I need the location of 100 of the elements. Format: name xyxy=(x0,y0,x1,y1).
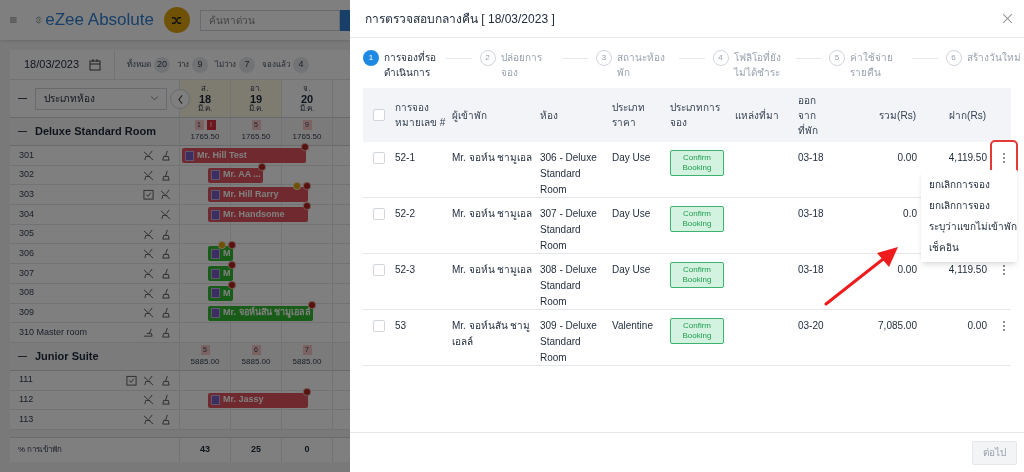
booking-bar[interactable]: Mr. Handsome xyxy=(208,207,308,223)
crossed-broom-icon[interactable] xyxy=(160,208,171,220)
crossed-broom-icon[interactable] xyxy=(143,267,154,279)
day-header: อา. 19 มี.ค. xyxy=(231,80,282,117)
rate-label: 1765.50 xyxy=(241,131,271,143)
broom-icon[interactable] xyxy=(160,169,171,181)
checkbox[interactable] xyxy=(373,109,385,121)
status-badge: Confirm Booking xyxy=(670,262,724,288)
table-cell-text: Mr. จอห์น ชามูเอล xyxy=(452,151,534,166)
checkbox[interactable] xyxy=(373,152,385,164)
close-icon[interactable] xyxy=(1003,14,1012,23)
menu-icon[interactable] xyxy=(10,14,17,26)
table-cell-text: 307 - Deluxe Standard Room xyxy=(540,207,598,253)
table-cell-text: 03-18 xyxy=(798,263,825,277)
booking-bar[interactable]: M xyxy=(208,246,233,262)
step-tab[interactable]: 5 ค่าใช้จ่ายรายคืน xyxy=(829,50,904,80)
rate-label: 5885.00 xyxy=(292,355,322,368)
table-cell-text: 4,119.50 xyxy=(948,151,987,165)
checklist-icon[interactable] xyxy=(126,374,137,386)
search-field[interactable]: ค้นหาด่วน xyxy=(200,9,340,31)
crossed-broom-icon[interactable] xyxy=(143,248,154,260)
checkbox[interactable] xyxy=(373,208,385,220)
calendar-icon[interactable] xyxy=(89,58,102,71)
broom-icon[interactable] xyxy=(160,374,171,386)
broom-icon[interactable] xyxy=(160,228,171,240)
broom-icon[interactable] xyxy=(160,394,171,406)
broom-icon[interactable] xyxy=(160,287,171,299)
room-number: 306 xyxy=(19,247,35,261)
column-header: ประเภท ราคา xyxy=(612,101,646,130)
broom-icon[interactable] xyxy=(160,307,171,319)
step-tab[interactable]: 3 สถานะห้องพัก xyxy=(596,50,671,80)
column-header: รวม(Rs) xyxy=(879,108,916,123)
status-badge: Confirm Booking xyxy=(670,206,724,232)
crossed-broom-icon[interactable] xyxy=(143,169,154,181)
booking-bar[interactable]: Mr. จอห์นสัน ชามูเอลล์ xyxy=(208,305,313,321)
date-label[interactable]: 18/03/2023 xyxy=(24,56,80,73)
dustpan-icon[interactable] xyxy=(143,327,154,339)
shuffle-button[interactable] xyxy=(164,7,190,33)
booking-bar[interactable]: Mr. Jassy xyxy=(208,392,308,408)
search-button[interactable] xyxy=(340,9,350,31)
menu-item[interactable]: ระบุว่าแขกไม่เข้าพัก xyxy=(921,216,1017,237)
room-number: 310 Master room xyxy=(19,325,88,339)
room-number: 302 xyxy=(19,168,35,182)
crossed-broom-icon[interactable] xyxy=(160,189,171,201)
broom-icon[interactable] xyxy=(160,327,171,339)
table-cell-text: Day Use xyxy=(612,151,652,165)
rate-label: 1765.50 xyxy=(190,131,220,143)
booking-bar[interactable]: M xyxy=(208,266,233,282)
crossed-broom-icon[interactable] xyxy=(143,287,154,299)
more-icon xyxy=(1002,321,1005,331)
booking-bar[interactable]: M xyxy=(208,285,233,301)
previous-button[interactable] xyxy=(170,89,190,109)
broom-icon[interactable] xyxy=(160,149,171,161)
checkbox[interactable] xyxy=(373,320,385,332)
room-number: 112 xyxy=(19,393,34,407)
room-number: 111 xyxy=(19,373,33,387)
count-badge: 20 xyxy=(154,56,170,73)
step-tab[interactable]: 6 สร้างวันใหม่ xyxy=(945,50,1021,66)
step-tab[interactable]: 1 การจองที่รอดำเนินการ xyxy=(363,50,438,80)
room-type-name: Deluxe Standard Room xyxy=(35,124,157,140)
building-icon xyxy=(185,150,194,161)
count-label: ทั้งหมด xyxy=(127,58,151,71)
table-cell-text: Mr. จอห์น ชามูเอล xyxy=(452,263,534,278)
crossed-broom-icon[interactable] xyxy=(143,149,154,161)
collapse-icon[interactable] xyxy=(18,355,27,358)
checklist-icon[interactable] xyxy=(143,189,154,201)
menu-item[interactable]: เช็คอิน xyxy=(921,237,1017,258)
table-cell-text: 4,119.50 xyxy=(948,263,987,277)
crossed-broom-icon[interactable] xyxy=(143,374,154,386)
step-tab[interactable]: 4 โฟลิโอที่ยังไม่ได้ชำระ xyxy=(712,50,788,80)
count-label: จองแล้ว xyxy=(262,58,290,71)
collapse-icon[interactable] xyxy=(18,97,27,100)
room-number: 305 xyxy=(19,227,35,241)
count-badge: 9 xyxy=(192,56,208,73)
booking-bar[interactable]: Mr. AA ... xyxy=(208,167,263,183)
menu-item[interactable]: ยกเลิกการจอง xyxy=(921,195,1017,216)
menu-item[interactable]: ยกเลิกการจอง xyxy=(921,174,1017,195)
table-cell-text: Day Use xyxy=(612,207,652,221)
table-cell-text: 53 xyxy=(395,319,408,333)
crossed-broom-icon[interactable] xyxy=(143,307,154,319)
broom-icon[interactable] xyxy=(160,414,171,426)
building-icon xyxy=(211,288,220,299)
room-type-name: Junior Suite xyxy=(35,349,99,365)
broom-icon[interactable] xyxy=(160,267,171,279)
broom-icon[interactable] xyxy=(160,248,171,260)
occupancy-value: 43 xyxy=(200,443,210,457)
room-number: 304 xyxy=(19,207,35,221)
table-cell-text: 308 - Deluxe Standard Room xyxy=(540,263,598,309)
crossed-broom-icon[interactable] xyxy=(143,414,154,426)
crossed-broom-icon[interactable] xyxy=(143,228,154,240)
building-icon xyxy=(211,268,220,279)
collapse-icon[interactable] xyxy=(18,130,27,133)
booking-bar[interactable]: Mr. Hill Test xyxy=(182,148,306,163)
checkbox[interactable] xyxy=(373,264,385,276)
room-type-select[interactable]: ประเภทห้อง xyxy=(35,87,167,110)
crossed-broom-icon[interactable] xyxy=(143,394,154,406)
booking-bar[interactable]: Mr. Hill Rarry xyxy=(208,187,308,203)
step-tab[interactable]: 2 ปล่อยการจอง xyxy=(479,50,555,80)
table-cell-text: 52-3 xyxy=(395,263,416,277)
room-number: 309 xyxy=(19,306,35,320)
